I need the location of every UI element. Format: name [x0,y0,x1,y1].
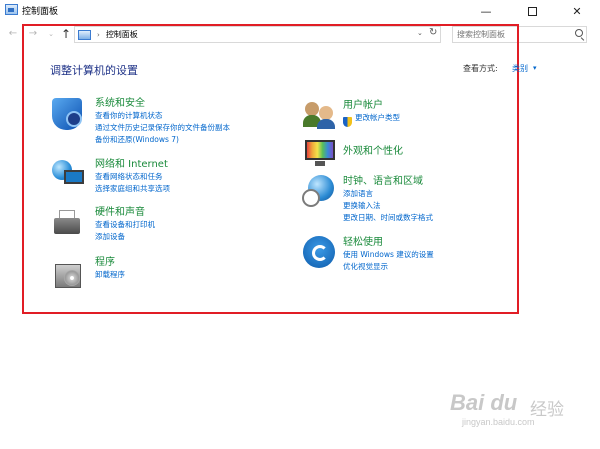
printer-body-icon [54,218,80,234]
category-appearance-personalization: 外观和个性化 [343,145,403,158]
disc-icon [64,270,80,286]
chevron-down-icon[interactable]: ▾ [533,64,537,72]
category-title[interactable]: 硬件和声音 [95,206,155,219]
ease-of-access-icon[interactable] [303,236,335,268]
watermark-brand: 经验 [530,400,564,419]
view-by-dropdown[interactable]: 类别 [512,63,528,74]
watermark-url: jingyan.baidu.com [462,417,535,427]
category-title[interactable]: 轻松使用 [343,236,434,249]
users-icon[interactable] [303,100,337,130]
link-uninstall-program[interactable]: 卸载程序 [95,269,125,281]
stand-icon [315,161,325,166]
category-title[interactable]: 时钟、语言和区域 [343,175,433,188]
category-title[interactable]: 用户帐户 [343,99,400,112]
category-system-security: 系统和安全 查看你的计算机状态 通过文件历史记录保存你的文件备份副本 备份和还原… [95,97,230,146]
link-change-account-type[interactable]: 更改帐户类型 [355,112,400,124]
baidu-watermark: Bai du 经验 jingyan.baidu.com [450,390,564,427]
window-title: 控制面板 [22,7,59,17]
link-windows-recommended-settings[interactable]: 使用 Windows 建议的设置 [343,249,434,261]
category-title[interactable]: 系统和安全 [95,97,230,110]
link-view-computer-status[interactable]: 查看你的计算机状态 [95,110,230,122]
category-hardware-sound: 硬件和声音 查看设备和打印机 添加设备 [95,206,155,243]
watermark-logo: Bai du [450,390,518,415]
printer-icon[interactable] [52,208,84,240]
personalization-icon[interactable] [303,138,337,168]
monitor-icon [64,170,84,184]
control-panel-icon [5,4,18,15]
category-programs: 程序 卸载程序 [95,256,125,281]
person-body-icon [317,119,335,129]
link-homegroup[interactable]: 选择家庭组和共享选项 [95,183,170,195]
person-head-icon [319,106,333,120]
minimize-button[interactable]: — [463,0,509,22]
category-ease-of-access: 轻松使用 使用 Windows 建议的设置 优化视觉显示 [343,236,434,273]
network-icon[interactable] [52,158,86,190]
shield-icon[interactable] [52,98,82,130]
category-title[interactable]: 外观和个性化 [343,145,403,158]
link-file-history[interactable]: 通过文件历史记录保存你的文件备份副本 [95,122,230,134]
link-devices-printers[interactable]: 查看设备和打印机 [95,219,155,231]
uac-shield-icon [343,117,352,127]
title-bar: 控制面板 — ✕ [0,0,600,22]
search-icon[interactable] [575,29,583,37]
back-button[interactable]: ← [6,26,20,42]
category-clock-language-region: 时钟、语言和区域 添加语言 更换输入法 更改日期、时间或数字格式 [343,175,433,224]
maximize-button[interactable] [509,0,555,22]
maximize-icon [527,6,537,16]
link-add-device[interactable]: 添加设备 [95,231,155,243]
link-change-date-time-format[interactable]: 更改日期、时间或数字格式 [343,212,433,224]
link-backup-restore[interactable]: 备份和还原(Windows 7) [95,134,230,146]
close-button[interactable]: ✕ [554,0,600,22]
page-title: 调整计算机的设置 [50,64,138,77]
category-network-internet: 网络和 Internet 查看网络状态和任务 选择家庭组和共享选项 [95,158,170,195]
link-network-status[interactable]: 查看网络状态和任务 [95,171,170,183]
programs-icon[interactable] [55,258,83,290]
clock-icon [302,189,320,207]
person-head-icon [305,102,319,116]
screen-icon [305,140,335,160]
clock-language-region-icon[interactable] [302,175,336,209]
link-add-language[interactable]: 添加语言 [343,188,433,200]
link-optimize-visual-display[interactable]: 优化视觉显示 [343,261,434,273]
view-by-label: 查看方式: [463,64,498,73]
category-title[interactable]: 程序 [95,256,125,269]
category-title[interactable]: 网络和 Internet [95,158,170,171]
link-change-input-method[interactable]: 更换输入法 [343,200,433,212]
